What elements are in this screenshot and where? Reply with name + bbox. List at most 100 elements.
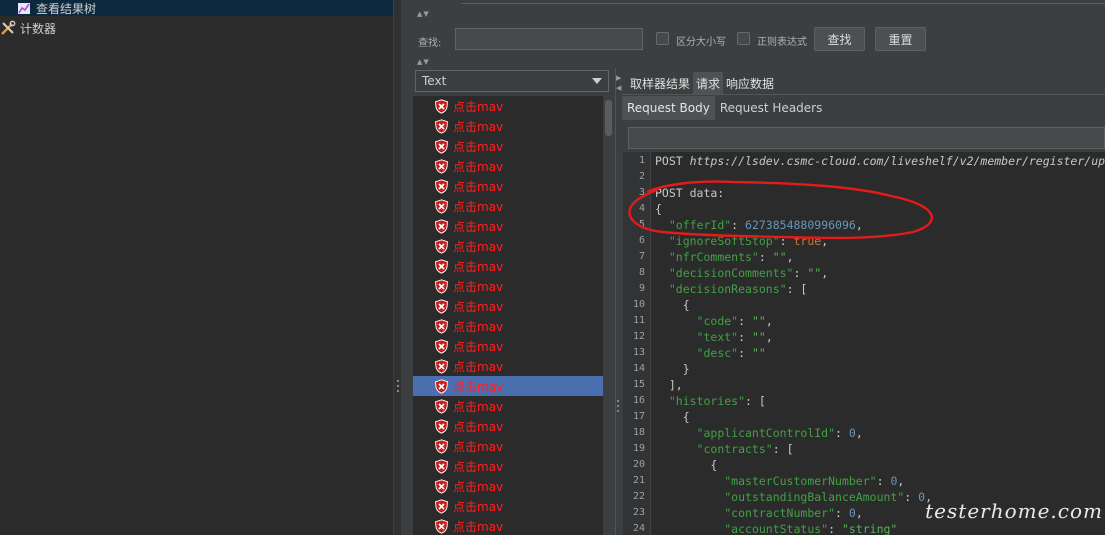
line-number: 18 [632,427,645,438]
code-token: "" [751,346,766,360]
sample-label: 点击mav [453,119,504,134]
code-token: https://lsdev.csmc-cloud.com/liveshelf/v… [689,154,1105,168]
list-scrollbar[interactable] [604,96,613,535]
code-token: : [ [786,282,808,296]
list-item[interactable]: 点击mav [413,156,603,176]
tree-item-view-results-tree[interactable]: 查看结果树 [0,0,393,16]
list-item[interactable]: 点击mav [413,236,603,256]
code-token: "histories" [668,394,746,408]
sample-label: 点击mav [453,319,504,334]
error-shield-icon [434,298,449,314]
list-item[interactable]: 点击mav [413,296,603,316]
regex-checkbox[interactable] [737,32,750,45]
list-item[interactable]: 点击mav [413,396,603,416]
collapse-arrows-icon[interactable]: ▲▼ [417,10,430,18]
code-line: POST data: [655,186,724,200]
list-item[interactable]: 点击mav [413,456,603,476]
sample-label: 点击mav [453,479,504,494]
code-line: ], [655,378,683,392]
request-body-editor[interactable]: 1 2 3 4 5 6 7 8 9 10 11 12 13 14 15 16 17 18 19 20 21 22 23 24 … [623,152,1105,535]
search-label: 查找: [418,38,442,49]
code-token: , [855,218,863,232]
tree-item-counter[interactable]: 计数器 [0,20,56,36]
inner-splitter[interactable]: ▶ ◀ [615,68,621,535]
list-item[interactable]: 点击mav [413,216,603,236]
line-number: 23 [632,507,645,518]
code-token: 0 [848,506,856,520]
list-item[interactable]: 点击mav [413,96,603,116]
renderer-select-value: Text [422,74,447,88]
reset-button[interactable]: 重置 [875,27,926,51]
scrollbar-thumb[interactable] [605,100,612,136]
list-item[interactable]: 点击mav [413,336,603,356]
list-item[interactable]: 点击mav [413,196,603,216]
samples-list: 点击mav 点击mav 点击mav 点击mav 点击mav 点击mav 点击mav 点击mav… [413,96,603,535]
list-item[interactable]: 点击mav [413,116,603,136]
code-token: : [835,506,849,520]
code-token: : [793,266,808,280]
list-item[interactable]: 点击mav [413,316,603,336]
tree-item-label: 查看结果树 [36,1,97,16]
sample-label: 点击mav [453,179,504,194]
case-sensitive-checkbox[interactable] [656,32,669,45]
list-item[interactable]: 点击mav [413,516,603,535]
line-number: 22 [632,491,645,502]
search-input[interactable] [455,28,643,50]
error-shield-icon [434,338,449,354]
list-item[interactable]: 点击mav [413,256,603,276]
tab-request-headers[interactable]: Request Headers [715,96,828,120]
list-item[interactable]: 点击mav [413,496,603,516]
grip-dot [617,400,619,402]
tab-response-data[interactable]: 响应数据 [723,72,777,94]
list-item[interactable]: 点击mav [413,376,603,396]
sample-label: 点击mav [453,99,504,114]
collapse-right-icon[interactable]: ▶ [616,74,621,82]
code-token: { [655,298,690,312]
code-token: "desc" [696,346,739,360]
grip-dot [397,390,399,392]
code-token: "decisionReasons" [668,282,787,296]
test-plan-tree: 查看结果树 计数器 [0,0,393,535]
sample-label: 点击mav [453,379,504,394]
list-item[interactable]: 点击mav [413,476,603,496]
panel-splitter[interactable] [393,0,401,535]
list-item[interactable]: 点击mav [413,136,603,156]
error-shield-icon [434,498,449,514]
error-shield-icon [434,398,449,414]
list-item[interactable]: 点击mav [413,276,603,296]
code-line: "text": "", [655,330,773,344]
code-token: "outstandingBalanceAmount" [724,490,905,504]
sample-label: 点击mav [453,499,504,514]
code-line: { [655,410,690,424]
list-item[interactable]: 点击mav [413,436,603,456]
collapse-arrows-icon[interactable]: ▲▼ [417,58,430,66]
code-token: "" [751,330,766,344]
code-token: : [738,346,752,360]
tab-request[interactable]: 请求 [693,72,724,94]
error-shield-icon [434,98,449,114]
list-item[interactable]: 点击mav [413,176,603,196]
tab-sampler-result[interactable]: 取样器结果 [627,72,693,94]
code-token: "" [807,266,822,280]
line-number: 19 [632,443,645,454]
find-button[interactable]: 查找 [814,27,865,51]
collapse-left-icon[interactable]: ◀ [616,84,621,92]
line-number: 6 [638,235,645,246]
code-search-input[interactable] [628,127,1105,149]
line-number: 12 [632,331,645,342]
line-number: 20 [632,459,645,470]
code-token: 6273854880996096 [745,218,856,232]
code-line: "offerId": 6273854880996096, [655,218,863,232]
list-item[interactable]: 点击mav [413,356,603,376]
code-token: "nfrComments" [668,250,759,264]
code-token: : [738,314,752,328]
list-item[interactable]: 点击mav [413,416,603,436]
error-shield-icon [434,238,449,254]
tab-request-body[interactable]: Request Body [622,96,715,120]
renderer-select[interactable]: Text [415,70,609,92]
code-token: true [793,234,822,248]
